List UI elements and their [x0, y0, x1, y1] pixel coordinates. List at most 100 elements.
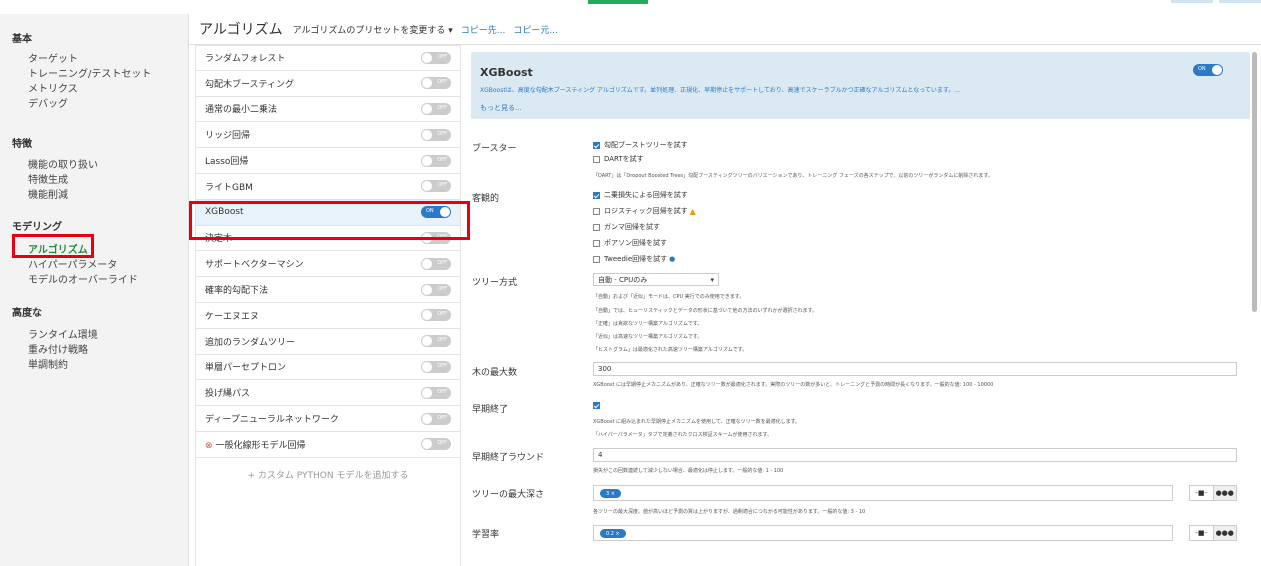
algorithm-toggle[interactable]: OFF: [421, 360, 451, 373]
algorithm-row[interactable]: 通常の最小二乗法 OFF: [195, 96, 461, 123]
algorithm-toggle[interactable]: OFF: [421, 51, 451, 64]
tree-method-hint-1: 「自動」および「近似」モードは、CPU 実行でのみ使用できます。: [593, 294, 745, 300]
nav-section-features: 特徴: [12, 139, 32, 150]
algorithm-name: ケーエヌエヌ: [205, 311, 260, 322]
algorithm-name: 単層パーセプトロン: [205, 363, 287, 374]
algorithm-row[interactable]: ディープニューラルネットワーク OFF: [195, 406, 461, 432]
max-trees-hint: XGBoost には早期停止メカニズムがあり、正確なツリー数が最適化されます。実…: [593, 382, 994, 388]
nav-item-feature-reduction[interactable]: 機能削減: [0, 188, 188, 203]
objective-label: 客観的: [472, 194, 500, 204]
algorithm-row[interactable]: 勾配木ブースティング OFF: [195, 70, 461, 97]
algorithm-toggle[interactable]: OFF: [421, 412, 451, 425]
max-depth-label: ツリーの最大深さ: [472, 490, 545, 500]
nav-item-feature-handling[interactable]: 機能の取り扱い: [0, 158, 188, 173]
algorithm-row[interactable]: 確率的勾配下法 OFF: [195, 277, 461, 303]
algorithm-list: ランダムフォレスト OFF 勾配木ブースティング OFF 通常の最小二乗法 OFF リッジ回…: [195, 45, 461, 481]
algorithm-name: 勾配木ブースティング: [205, 79, 295, 90]
algorithm-toggle[interactable]: OFF: [421, 283, 451, 296]
tree-method-hint-3: 「正確」は貪欲なツリー構築アルゴリズムです。: [593, 321, 703, 327]
early-rounds-label: 早期終了ラウンド: [472, 453, 545, 463]
algorithm-row[interactable]: 追加のランダムツリー OFF: [195, 328, 461, 355]
booster-dart-checkbox[interactable]: DARTを試す: [593, 154, 644, 164]
warning-icon: ▲: [689, 206, 696, 216]
algorithm-name: 通常の最小二乗法: [205, 105, 278, 116]
max-trees-label: 木の最大数: [472, 368, 518, 378]
objective-squared-checkbox[interactable]: 二乗損失による回帰を試す: [593, 190, 688, 200]
algorithm-toggle[interactable]: OFF: [421, 128, 451, 141]
algorithm-toggle[interactable]: OFF: [421, 180, 451, 193]
early-stop-checkbox[interactable]: [593, 402, 604, 409]
tree-method-label: ツリー方式: [472, 278, 518, 288]
nav-item-train-test[interactable]: トレーニング/テストセット: [0, 67, 188, 82]
nav-item-weighting[interactable]: 重み付け戦略: [0, 343, 188, 358]
algorithm-row[interactable]: 単層パーセプトロン OFF: [195, 354, 461, 381]
info-icon[interactable]: ●: [669, 255, 675, 263]
info-title: XGBoost: [480, 66, 533, 79]
max-trees-input[interactable]: 300: [593, 362, 1237, 376]
objective-logistic-checkbox[interactable]: ロジスティック回帰を試す ▲: [593, 206, 696, 216]
nav-section-modeling: モデリング: [12, 222, 62, 233]
chevron-down-icon: ▾: [710, 275, 714, 284]
objective-poisson-checkbox[interactable]: ポアソン回帰を試す: [593, 238, 667, 248]
range-mode-button[interactable]: -■-: [1190, 526, 1213, 540]
tree-method-hint-4: 「近似」は高速なツリー構築アルゴリズムです。: [593, 334, 703, 340]
algorithm-toggle[interactable]: OFF: [421, 102, 451, 115]
algorithm-toggle[interactable]: OFF: [421, 77, 451, 90]
booster-label: ブースター: [472, 144, 517, 154]
algorithm-row[interactable]: Lasso回帰 OFF: [195, 148, 461, 174]
algorithm-row[interactable]: 投げ縄パス OFF: [195, 380, 461, 407]
algorithm-toggle[interactable]: OFF: [421, 154, 451, 167]
nav-item-hyperparameters[interactable]: ハイパーパラメータ: [0, 258, 188, 273]
early-stop-label: 早期終了: [472, 405, 509, 415]
info-description: XGBoostは、高度な勾配木ブースティング アルゴリズムです。並列処理、正規化…: [480, 87, 961, 94]
algorithm-row[interactable]: ライトGBM OFF: [195, 173, 461, 200]
nav-item-debug[interactable]: デバッグ: [0, 97, 188, 112]
max-depth-chip-input[interactable]: 3 ×: [593, 485, 1173, 501]
add-custom-model-button[interactable]: + カスタム PYTHON モデルを追加する: [195, 458, 461, 481]
copy-to-link[interactable]: コピー先...: [461, 23, 506, 36]
nav-section-advanced: 高度な: [12, 308, 42, 319]
max-depth-mode-toggle[interactable]: -■- ●●●: [1189, 485, 1237, 501]
algorithm-name: サポートベクターマシン: [205, 260, 304, 271]
tree-method-hint-5: 「ヒストグラム」は最適化された高速ツリー構築アルゴリズムです。: [593, 347, 748, 353]
max-depth-hint: 各ツリーの最大深度。値が高いほど予測の質は上がりますが、過剰適合につながる可能性…: [593, 509, 866, 515]
algorithm-row[interactable]: ケーエヌエヌ OFF: [195, 302, 461, 329]
algorithm-toggle[interactable]: OFF: [421, 335, 451, 348]
info-more-link[interactable]: もっと見る...: [480, 103, 522, 113]
early-rounds-input[interactable]: 4: [593, 448, 1237, 462]
nav-item-runtime-env[interactable]: ランタイム環境: [0, 328, 188, 343]
algorithm-row[interactable]: リッジ回帰 OFF: [195, 122, 461, 149]
range-mode-button[interactable]: -■-: [1190, 486, 1213, 500]
algorithm-toggle[interactable]: OFF: [421, 257, 451, 270]
copy-from-link[interactable]: コピー元...: [513, 23, 558, 36]
tree-method-select[interactable]: 自動 - CPUのみ ▾: [593, 273, 719, 286]
learning-rate-chip[interactable]: 0.2 ×: [600, 529, 626, 538]
highlight-xgboost-row: [189, 201, 470, 240]
algorithm-row[interactable]: サポートベクターマシン OFF: [195, 251, 461, 278]
early-stop-hint-1: XGBoost に組み込まれた早期停止メカニズムを使用して、正確なツリー数を最適…: [593, 419, 801, 425]
algorithm-row[interactable]: ⊗ 一般化線形モデル回帰 OFF: [195, 431, 461, 458]
list-mode-button[interactable]: ●●●: [1212, 486, 1236, 500]
objective-gamma-checkbox[interactable]: ガンマ回帰を試す: [593, 222, 660, 232]
nav-item-feature-generation[interactable]: 特徴生成: [0, 173, 188, 188]
nav-item-model-overrides[interactable]: モデルのオーバーライド: [0, 273, 188, 288]
early-rounds-hint: 損失がこの回数連続して減少しない場合、最適化は停止します。一般的な値: 1 - …: [593, 468, 784, 474]
objective-tweedie-checkbox[interactable]: Tweedie回帰を試す ●: [593, 254, 675, 264]
algorithm-info-box: XGBoost XGBoostは、高度な勾配木ブースティング アルゴリズムです。…: [471, 52, 1250, 119]
algorithm-row[interactable]: ランダムフォレスト OFF: [195, 45, 461, 71]
preset-dropdown[interactable]: アルゴリズムのプリセットを変更する ▾: [293, 23, 453, 36]
scrollbar[interactable]: [1252, 52, 1257, 312]
algorithm-toggle[interactable]: OFF: [421, 309, 451, 322]
nav-item-target[interactable]: ターゲット: [0, 52, 188, 67]
algorithm-toggle[interactable]: OFF: [421, 386, 451, 399]
learning-rate-mode-toggle[interactable]: -■- ●●●: [1189, 525, 1237, 541]
max-depth-chip[interactable]: 3 ×: [600, 489, 621, 498]
algorithm-toggle[interactable]: OFF: [421, 438, 451, 451]
nav-item-metrics[interactable]: メトリクス: [0, 82, 188, 97]
list-mode-button[interactable]: ●●●: [1212, 526, 1236, 540]
booster-gbtree-checkbox[interactable]: 勾配ブーストツリーを試す: [593, 140, 688, 150]
algorithm-name: ライトGBM: [205, 182, 253, 193]
learning-rate-chip-input[interactable]: 0.2 ×: [593, 525, 1173, 541]
nav-item-monotonic[interactable]: 単調制約: [0, 358, 188, 373]
xgboost-enable-toggle[interactable]: ON: [1193, 64, 1223, 76]
